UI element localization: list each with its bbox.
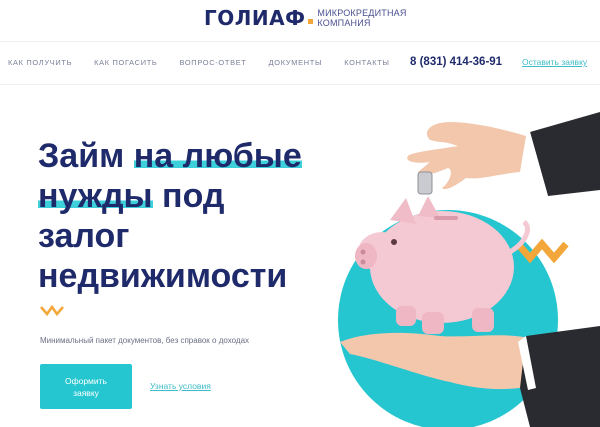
headline-text: Займ [38,137,134,175]
logo-subtitle-line1: МИКРОКРЕДИТНАЯ [317,8,407,18]
nav-divider [0,84,600,85]
nav-item-how-to-repay[interactable]: КАК ПОГАСИТЬ [94,58,157,67]
logo-subtitle: МИКРОКРЕДИТНАЯ КОМПАНИЯ [317,8,406,28]
terms-link[interactable]: Узнать условия [150,381,211,391]
logo-subtitle-line2: КОМПАНИЯ [317,18,371,28]
hero-illustration [338,112,600,427]
apply-link[interactable]: Оставить заявку [522,57,587,67]
headline-text: под [152,177,225,215]
header-divider [0,41,600,42]
zigzag-icon [40,304,64,316]
main-nav: КАК ПОЛУЧИТЬ КАК ПОГАСИТЬ ВОПРОС-ОТВЕТ Д… [8,58,412,67]
coin-shape [417,171,433,195]
nav-item-how-to-get[interactable]: КАК ПОЛУЧИТЬ [8,58,72,67]
headline-highlight: нужды [38,177,153,215]
headline-line-1: Займ на любые [38,136,338,176]
phone-number[interactable]: 8 (831) 414-36-91 [410,56,502,68]
logo-wordmark: ГОЛИАФ [204,6,306,30]
logo-dot-icon [308,18,314,24]
nav-item-documents[interactable]: ДОКУМЕНТЫ [269,58,323,67]
headline-highlight: на любые [133,137,302,175]
hero-headline: Займ на любые нужды под залог недвижимос… [38,136,338,296]
headline-line-3: залог [38,217,130,255]
nav-item-faq[interactable]: ВОПРОС-ОТВЕТ [179,58,246,67]
headline-line-2: нужды под [38,176,338,216]
apply-button[interactable]: Оформить заявку [40,364,132,409]
apply-button-label: Оформить заявку [65,375,107,398]
nav-item-contacts[interactable]: КОНТАКТЫ [344,58,389,67]
headline-line-4: недвижимости [38,257,288,295]
hero-tagline: Минимальный пакет документов, без справо… [40,336,250,345]
brand-logo[interactable]: ГОЛИАФ МИКРОКРЕДИТНАЯ КОМПАНИЯ [204,6,407,30]
